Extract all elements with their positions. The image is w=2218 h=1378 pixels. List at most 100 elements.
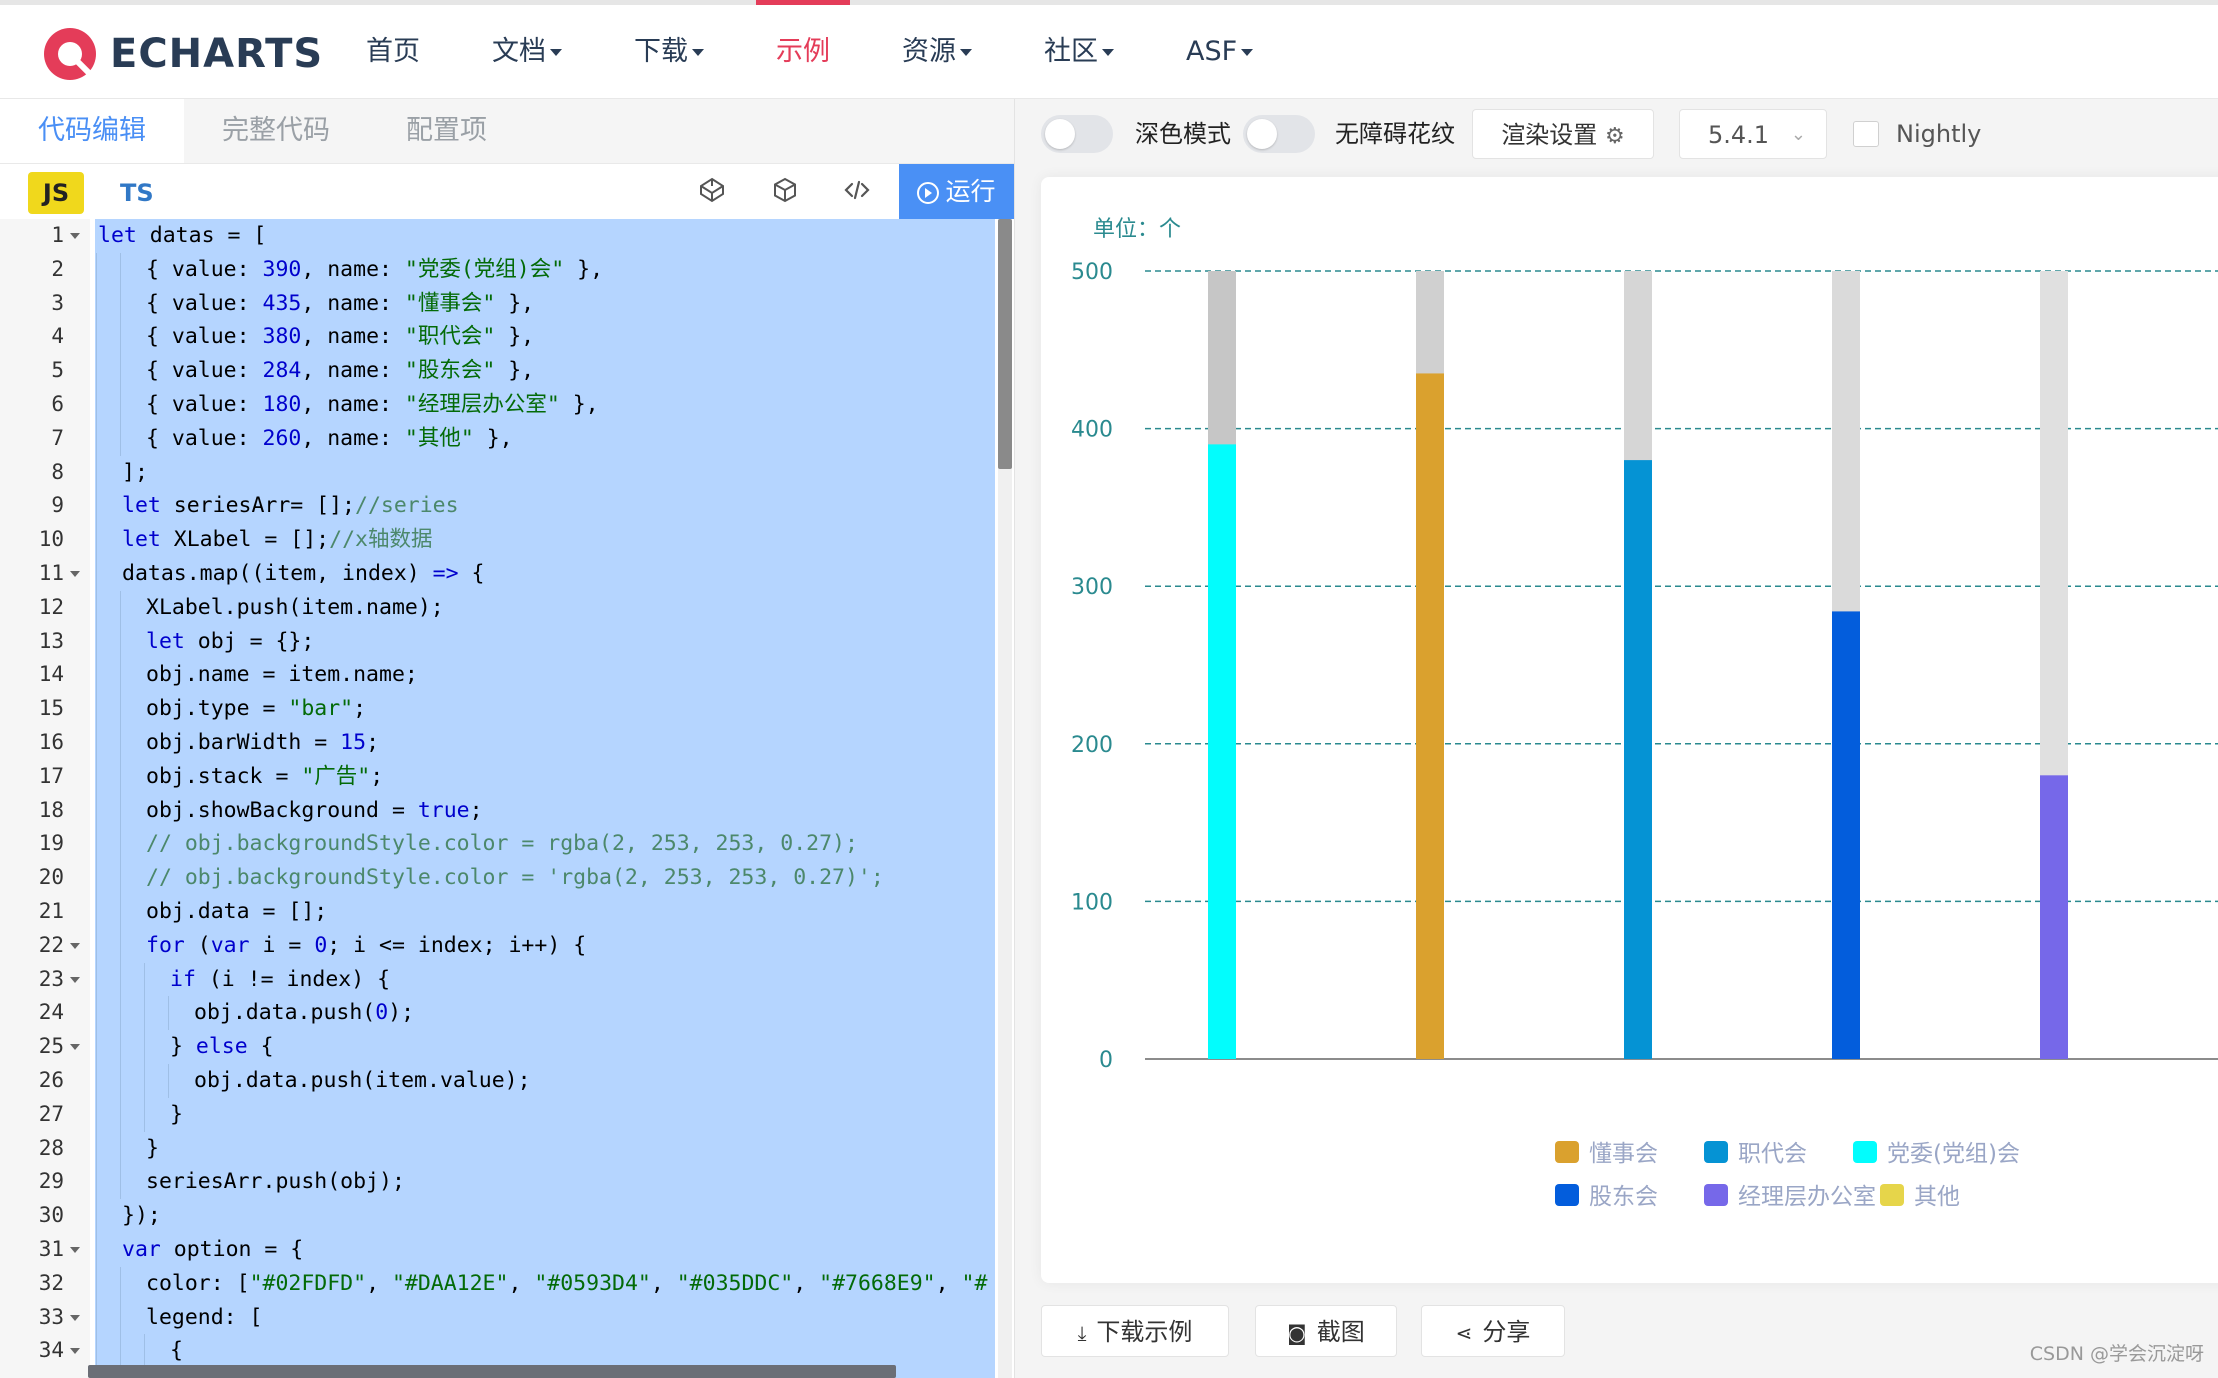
indent-guide: [96, 455, 97, 490]
indent-guide: [96, 928, 97, 963]
download-example-button[interactable]: ⤓ 下载示例: [1041, 1305, 1229, 1357]
code-text: obj.data.push(item.value);: [194, 1067, 531, 1093]
code-text: obj.stack = "广告";: [146, 763, 384, 789]
horizontal-scrollbar[interactable]: [88, 1365, 896, 1378]
line-number: 34: [38, 1338, 64, 1363]
nav-item-label: 首页: [366, 36, 420, 67]
lang-js-button[interactable]: JS: [28, 172, 84, 214]
echarts-logo[interactable]: ECHARTS: [40, 19, 323, 89]
code-text: { value: 180, name: "经理层办公室" },: [146, 391, 599, 417]
line-number: 19: [38, 831, 64, 856]
indent-guide: [96, 523, 97, 557]
indent-guide: [96, 387, 97, 422]
render-settings-button[interactable]: 渲染设置 ⚙: [1472, 109, 1654, 159]
line-number: 23: [38, 966, 64, 991]
indent-guide: [120, 1131, 121, 1166]
indent-guide: [120, 759, 121, 794]
code-text: let XLabel = [];//x轴数据: [122, 527, 433, 553]
indent-guide: [120, 286, 121, 321]
indent-guide: [96, 1165, 97, 1200]
share-icon: ⋖: [1455, 1321, 1473, 1345]
indent-guide: [96, 1266, 97, 1301]
fold-toggle-icon[interactable]: [70, 1044, 80, 1051]
indent-guide: [120, 928, 121, 963]
legend-label: 职代会: [1738, 1141, 1807, 1167]
indent-guide: [120, 1300, 121, 1335]
share-button[interactable]: ⋖ 分享: [1421, 1305, 1565, 1357]
format-code-icon[interactable]: [841, 176, 873, 208]
version-select[interactable]: 5.4.1 ⌄: [1679, 109, 1827, 159]
nav-item-label: 示例: [776, 36, 830, 67]
code-text: seriesArr.push(obj);: [146, 1169, 405, 1195]
nav-item-2[interactable]: 下载: [598, 5, 740, 99]
caret-down-icon: [960, 49, 972, 56]
indent-guide: [96, 658, 97, 693]
toggle-knob: [1247, 119, 1277, 149]
code-text: {: [170, 1338, 183, 1364]
code-text: }: [170, 1101, 183, 1127]
screenshot-button[interactable]: ◙ 截图: [1255, 1305, 1397, 1357]
lang-ts-button[interactable]: TS: [120, 172, 154, 214]
nav-item-0[interactable]: 首页: [330, 5, 456, 99]
bar-0: [1208, 444, 1236, 1059]
code-text: obj.showBackground = true;: [146, 797, 483, 823]
fold-toggle-icon[interactable]: [70, 1348, 80, 1355]
caret-down-icon: [550, 49, 562, 56]
code-text: if (i != index) {: [170, 966, 391, 992]
dark-mode-label: 深色模式: [1135, 120, 1231, 148]
code-line: 14 obj.name = item.name;: [0, 658, 1000, 693]
indent-guide: [120, 1334, 121, 1369]
dark-mode-toggle[interactable]: [1041, 115, 1113, 153]
nav-item-1[interactable]: 文档: [456, 5, 598, 99]
code-line: 31 var option = {: [0, 1232, 1000, 1267]
indent-guide: [120, 387, 121, 422]
nav-item-3[interactable]: 示例: [740, 0, 866, 99]
fold-toggle-icon[interactable]: [70, 976, 80, 983]
vertical-scrollbar[interactable]: [998, 219, 1012, 469]
code-line: 7 { value: 260, name: "其他" },: [0, 421, 1000, 456]
nightly-checkbox[interactable]: [1853, 121, 1879, 147]
code-text: datas.map((item, index) => {: [122, 560, 485, 586]
indent-guide: [120, 996, 121, 1031]
line-number: 6: [51, 391, 64, 416]
indent-guide: [120, 1165, 121, 1200]
nav-item-label: 资源: [902, 36, 956, 67]
indent-guide: [144, 1030, 145, 1064]
line-number: 12: [38, 594, 64, 619]
indent-guide: [96, 1030, 97, 1064]
code-text: obj.data = [];: [146, 898, 328, 924]
fold-toggle-icon[interactable]: [70, 1314, 80, 1321]
codesandbox-icon[interactable]: [769, 176, 801, 208]
codepen-icon[interactable]: [696, 176, 728, 208]
code-editor[interactable]: 1 let datas = [2 { value: 390, name: "党委(党…: [0, 219, 1014, 1378]
a11y-pattern-toggle[interactable]: [1243, 115, 1315, 153]
camera-icon: ◙: [1287, 1321, 1307, 1345]
run-button[interactable]: 运行: [899, 164, 1014, 219]
editor-tab-1[interactable]: 完整代码: [184, 99, 368, 163]
line-number: 14: [38, 662, 64, 687]
editor-tab-0[interactable]: 代码编辑: [0, 99, 184, 163]
version-value: 5.4.1: [1708, 121, 1770, 149]
y-tick-label: 500: [1071, 260, 1113, 285]
indent-guide: [120, 1063, 121, 1098]
indent-guide: [96, 1232, 97, 1267]
fold-toggle-icon[interactable]: [70, 1246, 80, 1253]
bar-chart: 单位：个 0 100 200 300 400 500 懂事会 职代会 党委(党组)会股东会 经理层办…: [1071, 217, 2218, 1210]
nav-item-4[interactable]: 资源: [866, 5, 1008, 99]
fold-toggle-icon[interactable]: [70, 942, 80, 949]
code-line: 29 seriesArr.push(obj);: [0, 1165, 1000, 1200]
line-number: 32: [38, 1270, 64, 1295]
indent-guide: [96, 624, 97, 659]
render-settings-label: 渲染设置: [1501, 121, 1598, 149]
nav-item-6[interactable]: ASF: [1150, 5, 1289, 99]
indent-guide: [120, 1266, 121, 1301]
indent-guide: [120, 1097, 121, 1132]
nav-item-5[interactable]: 社区: [1008, 5, 1150, 99]
editor-tab-2[interactable]: 配置项: [368, 99, 525, 163]
indent-guide: [120, 827, 121, 862]
code-text: // obj.backgroundStyle.color = 'rgba(2, …: [146, 865, 884, 891]
fold-toggle-icon[interactable]: [70, 233, 80, 239]
bar-2: [1624, 460, 1652, 1059]
fold-toggle-icon[interactable]: [70, 570, 80, 577]
indent-guide: [96, 556, 97, 591]
